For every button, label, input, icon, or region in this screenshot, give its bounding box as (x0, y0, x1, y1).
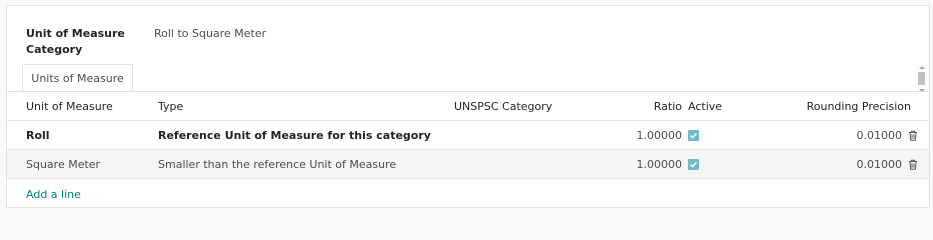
col-header-ratio[interactable]: Ratio (654, 92, 682, 120)
scrollbar-thumb[interactable] (918, 72, 925, 85)
cell-rounding[interactable]: 0.01000 (857, 121, 903, 149)
trash-icon[interactable] (907, 121, 919, 149)
tab-units-of-measure[interactable]: Units of Measure (22, 64, 133, 92)
table-header: Unit of Measure Type UNSPSC Category Rat… (7, 92, 929, 121)
cell-uom[interactable]: Square Meter (26, 150, 100, 178)
trash-icon[interactable] (907, 150, 919, 178)
scroll-up-icon[interactable] (919, 66, 925, 69)
col-header-active[interactable]: Active (688, 92, 722, 120)
form-sheet: Unit of Measure Category Roll to Square … (6, 5, 930, 208)
checkbox-checked-icon[interactable] (688, 129, 699, 141)
uom-table: Unit of Measure Type UNSPSC Category Rat… (7, 92, 929, 179)
col-header-type[interactable]: Type (158, 92, 183, 120)
scrollbar[interactable] (917, 66, 926, 92)
table-row[interactable]: Square Meter Smaller than the reference … (7, 150, 929, 179)
cell-active[interactable] (688, 121, 699, 149)
cell-active[interactable] (688, 150, 699, 178)
checkbox-checked-icon[interactable] (688, 158, 699, 170)
cell-type[interactable]: Smaller than the reference Unit of Measu… (158, 150, 396, 178)
cell-ratio[interactable]: 1.00000 (637, 150, 683, 178)
cell-uom[interactable]: Roll (26, 121, 50, 149)
table-row[interactable]: Roll Reference Unit of Measure for this … (7, 121, 929, 150)
cell-ratio[interactable]: 1.00000 (637, 121, 683, 149)
col-header-rounding[interactable]: Rounding Precision (807, 92, 911, 120)
cell-type[interactable]: Reference Unit of Measure for this categ… (158, 121, 431, 149)
add-line-link[interactable]: Add a line (26, 188, 81, 201)
col-header-unspsc[interactable]: UNSPSC Category (454, 92, 552, 120)
col-header-uom[interactable]: Unit of Measure (26, 92, 113, 120)
cell-rounding[interactable]: 0.01000 (857, 150, 903, 178)
uom-category-value[interactable]: Roll to Square Meter (154, 26, 266, 42)
uom-category-label: Unit of Measure Category (26, 27, 125, 56)
